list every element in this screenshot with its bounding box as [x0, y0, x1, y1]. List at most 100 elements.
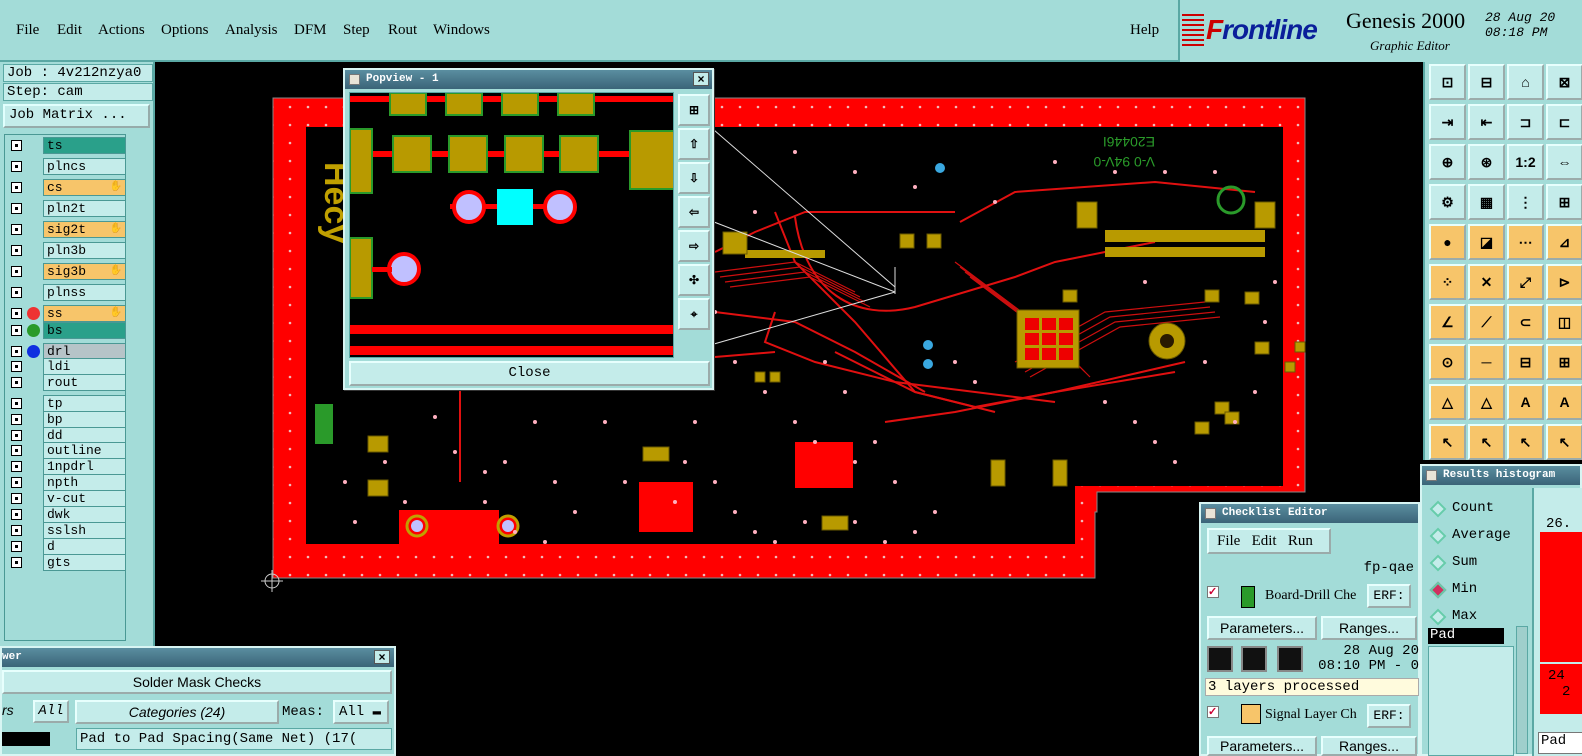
layer-name[interactable]: cs ✋ [43, 179, 126, 196]
layer-checkbox[interactable] [11, 161, 22, 172]
meas-select[interactable]: All ▬ [333, 700, 389, 724]
section-solder-mask-checks[interactable]: Solder Mask Checks [2, 670, 392, 694]
popview-close-button[interactable]: Close [349, 361, 710, 386]
layer-name[interactable]: sig2t ✋ [43, 221, 126, 238]
text-outline-icon[interactable]: A [1546, 384, 1582, 420]
layer-row-cs[interactable]: cs ✋ [7, 179, 126, 196]
layer-row-outline[interactable]: outline [7, 442, 126, 459]
job-matrix-button[interactable]: Job Matrix ... [3, 104, 150, 128]
menu-file[interactable]: File [16, 22, 39, 39]
histogram-option-sum-radio[interactable] [1429, 554, 1447, 572]
layer-row-ss[interactable]: ss ✋ [7, 305, 126, 322]
layer-row-bs[interactable]: bs [7, 322, 126, 339]
layer-checkbox[interactable] [11, 245, 22, 256]
layer-row-sig3b[interactable]: sig3b ✋ [7, 263, 126, 280]
layer-checkbox[interactable] [11, 445, 22, 456]
layer-name[interactable]: pln2t [43, 200, 126, 217]
layer-checkbox[interactable] [11, 525, 22, 536]
menu-dfm[interactable]: DFM [294, 22, 327, 39]
home-icon[interactable]: ⌂ [1507, 64, 1544, 100]
measure-icon[interactable]: ⋯ [1507, 224, 1544, 260]
layer-checkbox[interactable] [11, 325, 22, 336]
layer-name[interactable]: gts [43, 554, 126, 571]
layer-checkbox[interactable] [11, 377, 22, 388]
menu-edit[interactable]: Edit [57, 22, 82, 39]
layer-row-tp[interactable]: tp [7, 395, 126, 412]
item2-name[interactable]: Signal Layer Ch [1265, 707, 1357, 723]
histogram-option-max-label[interactable]: Max [1452, 608, 1477, 624]
layer-name[interactable]: outline [43, 442, 126, 459]
layer-name[interactable]: ldi [43, 358, 126, 375]
menu-analysis[interactable]: Analysis [225, 22, 278, 39]
checklist-menu-edit[interactable]: Edit [1252, 533, 1277, 549]
layer-row-ts[interactable]: ts [7, 137, 126, 154]
layer-row-pln2t[interactable]: pln2t [7, 200, 126, 217]
item2-ranges-button[interactable]: Ranges... [1321, 736, 1417, 756]
layer-name[interactable]: rout [43, 374, 126, 391]
save-icon[interactable]: ⊟ [1468, 64, 1505, 100]
layer-row-bp[interactable]: bp [7, 411, 126, 428]
layer-checkbox[interactable] [11, 140, 22, 151]
histogram-field[interactable]: Pad [1428, 628, 1504, 644]
text-icon[interactable]: A [1507, 384, 1544, 420]
layer-checkbox[interactable] [11, 398, 22, 409]
layer-name[interactable]: d [43, 538, 126, 555]
stop-icon[interactable] [1277, 646, 1303, 672]
angle-icon[interactable]: ∠ [1429, 304, 1466, 340]
layers-icon[interactable]: ⊞ [1546, 184, 1582, 220]
select-box-icon[interactable]: ↖ [1468, 424, 1505, 460]
layer-checkbox[interactable] [11, 361, 22, 372]
split-icon[interactable]: ◫ [1546, 304, 1582, 340]
layer-name[interactable]: bs [43, 322, 126, 339]
layer-checkbox[interactable] [11, 509, 22, 520]
checker-close-icon[interactable]: × [374, 650, 390, 664]
layer-row-npth[interactable]: npth [7, 474, 126, 491]
fit-icon[interactable]: ⇔ [1546, 144, 1582, 180]
select-icon[interactable]: ↖ [1429, 424, 1466, 460]
window-menu-icon[interactable] [349, 74, 360, 85]
checklist-editor-titlebar[interactable]: Checklist Editor [1201, 504, 1418, 523]
fill-icon[interactable]: ◪ [1468, 224, 1505, 260]
zoom-fit-icon[interactable]: ✣ [678, 264, 710, 296]
layer-row-sslsh[interactable]: sslsh [7, 522, 126, 539]
layer-row-1npdrl[interactable]: 1npdrl [7, 458, 126, 475]
point-icon[interactable]: ⊙ [1429, 344, 1466, 380]
layer-checkbox[interactable] [11, 266, 22, 277]
layer-name[interactable]: bp [43, 411, 126, 428]
item1-ranges-button[interactable]: Ranges... [1321, 616, 1417, 640]
grid-icon[interactable]: ▦ [1468, 184, 1505, 220]
layer-name[interactable]: ts [43, 137, 126, 154]
scale-icon[interactable]: 1:2 [1507, 144, 1544, 180]
layer-checkbox[interactable] [11, 182, 22, 193]
layer-row-plnss[interactable]: plnss [7, 284, 126, 301]
add-pad-icon[interactable]: ● [1429, 224, 1466, 260]
layer-row-sig2t[interactable]: sig2t ✋ [7, 221, 126, 238]
layer-name[interactable]: plnss [43, 284, 126, 301]
layer-row-ldi[interactable]: ldi [7, 358, 126, 375]
histogram-option-min-radio[interactable] [1429, 581, 1447, 599]
layer-row-plncs[interactable]: plncs [7, 158, 126, 175]
triangle-icon[interactable]: △ [1429, 384, 1466, 420]
layer-row-pln3b[interactable]: pln3b [7, 242, 126, 259]
histogram-option-count-label[interactable]: Count [1452, 500, 1494, 516]
window-menu-icon[interactable] [1426, 470, 1437, 481]
layer-checkbox[interactable] [11, 461, 22, 472]
signal-icon[interactable]: ⋮ [1507, 184, 1544, 220]
pan-down-icon[interactable]: ⇩ [678, 162, 710, 194]
histogram-option-count-radio[interactable] [1429, 500, 1447, 518]
layer-checkbox[interactable] [11, 203, 22, 214]
connect-icon[interactable]: ⁘ [1429, 264, 1466, 300]
pan-up-icon[interactable]: ⇧ [678, 128, 710, 160]
resize-icon[interactable]: ⊟ [1507, 344, 1544, 380]
snap-right-icon[interactable]: ⇥ [1429, 104, 1466, 140]
layer-name[interactable]: tp [43, 395, 126, 412]
layer-checkbox[interactable] [11, 414, 22, 425]
item1-checkbox[interactable]: ✓ [1207, 586, 1219, 598]
settings-icon[interactable]: ⚙ [1429, 184, 1466, 220]
zoom-center-icon[interactable]: ⊛ [1468, 144, 1505, 180]
swap-icon[interactable]: ⊐ [1507, 104, 1544, 140]
arc-icon[interactable]: ⊂ [1507, 304, 1544, 340]
layer-checkbox[interactable] [11, 557, 22, 568]
item2-parameters-button[interactable]: Parameters... [1207, 736, 1317, 756]
histogram-option-average-label[interactable]: Average [1452, 527, 1511, 543]
